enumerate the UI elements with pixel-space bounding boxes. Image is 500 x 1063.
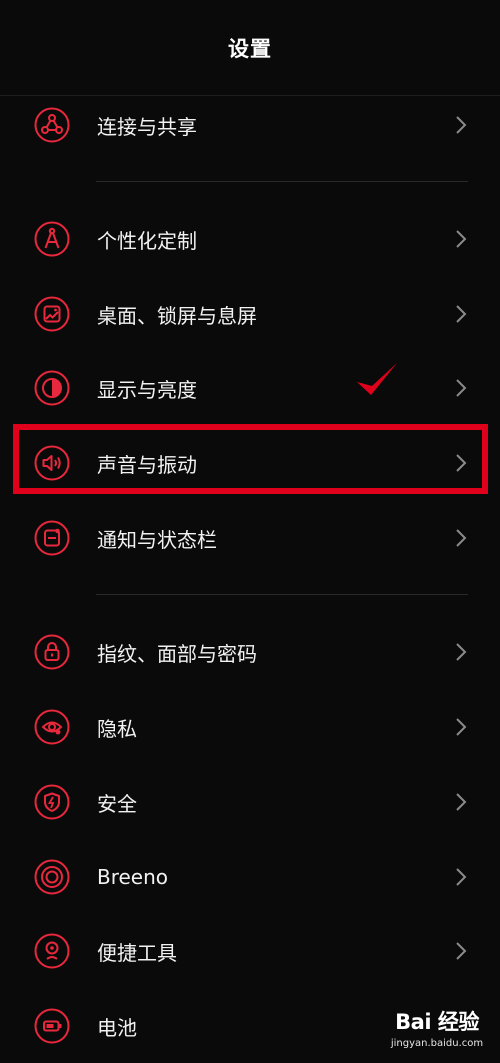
page-title: 设置: [228, 36, 272, 61]
settings-item-label: 连接与共享: [97, 114, 197, 139]
settings-item-label: 电池: [97, 1015, 137, 1040]
watermark-domain: jingyan.baidu.com: [390, 1038, 484, 1049]
settings-item-personalization[interactable]: 个性化定制: [0, 202, 500, 276]
half-circle-brightness-icon: [34, 370, 70, 406]
chevron-right-icon: [454, 716, 468, 738]
settings-item-desktop-lockscreen[interactable]: 桌面、锁屏与息屏: [0, 277, 500, 351]
settings-item-fingerprint-face-password[interactable]: 指纹、面部与密码: [0, 615, 500, 689]
settings-screen: 设置 连接与共享 个性化定制 桌面、锁屏与息屏 显示与亮度 声音与振动 通知与状…: [0, 0, 500, 1063]
privacy-eye-icon: [34, 709, 70, 745]
settings-item-label: 隐私: [97, 716, 137, 741]
settings-item-label: 通知与状态栏: [97, 527, 217, 552]
chevron-right-icon: [454, 791, 468, 813]
chevron-right-icon: [454, 641, 468, 663]
settings-item-label: 便捷工具: [97, 940, 177, 965]
notification-bar-icon: [34, 520, 70, 556]
chevron-right-icon: [454, 228, 468, 250]
settings-item-label: 安全: [97, 791, 137, 816]
battery-icon: [34, 1008, 70, 1044]
settings-item-label: 显示与亮度: [97, 377, 197, 402]
settings-item-connection-sharing[interactable]: 连接与共享: [0, 88, 500, 162]
settings-item-label: 指纹、面部与密码: [97, 641, 257, 666]
section-divider: [96, 181, 468, 182]
settings-item-display-brightness[interactable]: 显示与亮度: [0, 351, 500, 425]
settings-item-convenience-tools[interactable]: 便捷工具: [0, 914, 500, 988]
settings-item-label: Breeno: [97, 865, 169, 889]
lock-icon: [34, 634, 70, 670]
breeno-ring-icon: [34, 859, 70, 895]
compass-icon: [34, 221, 70, 257]
chevron-right-icon: [454, 303, 468, 325]
highlight-annotation-box: [13, 424, 488, 494]
header-bar: 设置: [0, 0, 500, 96]
settings-item-label: 桌面、锁屏与息屏: [97, 303, 257, 328]
chevron-right-icon: [454, 377, 468, 399]
chevron-right-icon: [454, 114, 468, 136]
check-mark-icon: [355, 360, 399, 398]
share-nodes-icon: [34, 107, 70, 143]
wallpaper-icon: [34, 296, 70, 332]
chevron-right-icon: [454, 866, 468, 888]
settings-item-privacy[interactable]: 隐私: [0, 690, 500, 764]
baidu-jingyan-watermark: Bai 经验 jingyan.baidu.com: [382, 1006, 492, 1058]
watermark-logo: Bai 经验: [395, 1010, 479, 1034]
chevron-right-icon: [454, 527, 468, 549]
gesture-icon: [34, 933, 70, 969]
settings-item-label: 个性化定制: [97, 228, 197, 253]
settings-item-breeno[interactable]: Breeno: [0, 840, 500, 914]
shield-icon: [34, 784, 70, 820]
section-divider: [96, 594, 468, 595]
settings-item-security[interactable]: 安全: [0, 765, 500, 839]
chevron-right-icon: [454, 940, 468, 962]
settings-item-notifications-statusbar[interactable]: 通知与状态栏: [0, 501, 500, 575]
